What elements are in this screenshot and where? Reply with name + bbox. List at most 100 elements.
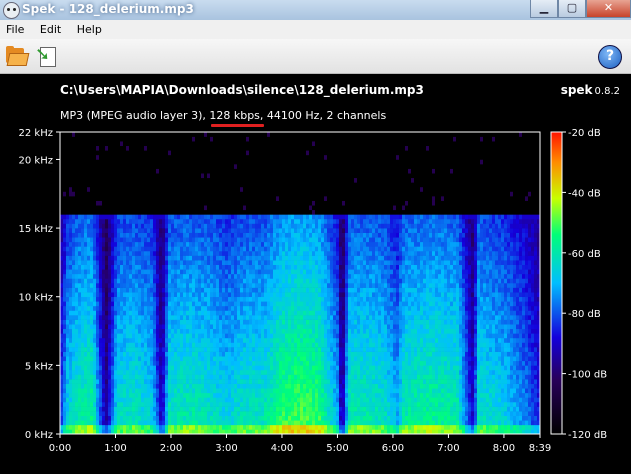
spectrogram-cell: [273, 196, 277, 201]
spectrogram-cell: [96, 218, 100, 224]
spectrogram-cell: [147, 365, 151, 371]
spectrogram-cell: [228, 200, 232, 206]
spectrogram-cell: [180, 278, 184, 284]
maximize-button[interactable]: ▢: [558, 0, 586, 18]
spectrogram-cell: [261, 292, 265, 298]
spectrogram-cell: [246, 356, 250, 362]
spectrogram-cell: [246, 319, 250, 325]
spectrogram-cell: [225, 420, 229, 426]
spectrogram-cell: [75, 132, 79, 137]
spectrogram-cell: [66, 401, 70, 407]
spectrogram-cell: [216, 246, 220, 252]
spectrogram-cell: [102, 255, 106, 261]
spectrogram-cell: [159, 182, 163, 188]
spectrogram-cell: [102, 360, 106, 366]
spectrogram-cell: [201, 159, 205, 165]
spectrogram-cell: [93, 305, 97, 311]
spectrogram-cell: [81, 250, 85, 256]
spectrogram-cell: [87, 424, 91, 430]
spectrogram-cell: [99, 173, 103, 179]
spectrogram-cell: [171, 360, 175, 366]
spectrogram-cell: [177, 191, 181, 197]
spectrogram-cell: [249, 196, 253, 201]
spectrogram-cell: [87, 191, 91, 197]
menu-help[interactable]: Help: [71, 20, 108, 36]
spectrogram-cell: [114, 342, 118, 348]
spectrogram-cell: [63, 356, 67, 362]
spectrogram-cell: [153, 401, 157, 407]
spectrogram-cell: [102, 319, 106, 325]
spectrogram-cell: [273, 182, 277, 188]
spectrogram-cell: [156, 250, 160, 256]
spectrogram-cell: [201, 424, 205, 430]
spectrogram-cell: [129, 301, 133, 307]
spectrogram-cell: [207, 278, 211, 284]
spectrogram-cell: [255, 301, 259, 307]
spectrogram-cell: [90, 264, 94, 270]
spectrogram-cell: [276, 241, 280, 247]
spectrogram-cell: [108, 324, 112, 330]
spectrogram-cell: [129, 369, 133, 375]
spectrogram-cell: [177, 182, 181, 188]
spectrogram-cell: [279, 301, 283, 307]
spectrogram-cell: [135, 232, 139, 238]
close-button[interactable]: ✕: [586, 0, 631, 18]
spectrogram-cell: [201, 347, 205, 352]
minimize-button[interactable]: ▁: [530, 0, 558, 18]
spectrogram-cell: [231, 392, 235, 398]
spectrogram-cell: [150, 191, 154, 197]
spectrogram-cell: [147, 260, 151, 265]
spectrogram-cell: [183, 173, 187, 179]
menu-file[interactable]: File: [0, 20, 30, 36]
spectrogram-cell: [219, 328, 223, 334]
spectrogram-cell: [117, 397, 121, 403]
spectrogram-cell: [108, 333, 112, 339]
spectrogram-cell: [249, 383, 253, 389]
spectrogram-cell: [213, 186, 217, 192]
spectrogram-cell: [189, 241, 193, 247]
folder-open-icon[interactable]: [4, 44, 30, 68]
spectrogram-cell: [240, 177, 244, 183]
spectrogram-cell: [147, 205, 151, 211]
spectrogram-cell: [282, 168, 286, 174]
spectrogram-cell: [192, 196, 196, 201]
spectrogram-cell: [225, 273, 229, 279]
spectrogram-cell: [192, 278, 196, 284]
spectrogram-cell: [147, 159, 151, 165]
spectrogram-cell: [222, 374, 226, 380]
spectrogram-cell: [189, 228, 193, 233]
save-icon[interactable]: ➘: [34, 44, 58, 68]
spectrogram-cell: [90, 369, 94, 375]
spectrogram-cell: [96, 214, 100, 220]
spectrogram-cell: [237, 136, 241, 142]
spectrogram-cell: [243, 218, 247, 224]
spectrogram-cell: [147, 401, 151, 407]
spectrogram-cell: [126, 255, 130, 261]
spectrogram-cell: [78, 177, 82, 183]
spectrogram-cell: [150, 132, 154, 137]
spectrogram-cell: [72, 232, 76, 238]
spectrogram-cell: [108, 337, 112, 343]
spectrogram-cell: [135, 132, 139, 137]
spectrogram-cell: [108, 145, 112, 151]
help-icon[interactable]: ?: [598, 45, 622, 69]
spectrogram-cell: [72, 420, 76, 426]
spectrogram-cell: [114, 182, 118, 188]
spectrogram-cell: [132, 209, 136, 215]
spectrogram-cell: [249, 406, 253, 412]
spectrogram-cell: [183, 191, 187, 197]
spectrogram-cell: [123, 342, 127, 348]
spectrogram-cell: [105, 223, 109, 229]
spectrogram-cell: [96, 383, 100, 389]
spectrogram-cell: [237, 401, 241, 407]
spectrogram-cell: [276, 237, 280, 243]
spectrogram-cell: [267, 369, 271, 375]
spectrogram-cell: [171, 301, 175, 307]
spectrogram-cell: [84, 287, 88, 293]
menu-edit[interactable]: Edit: [34, 20, 67, 36]
spectrogram-cell: [171, 411, 175, 416]
spectrogram-cell: [216, 415, 220, 421]
spectrogram-cell: [129, 141, 133, 147]
spectrogram-cell: [210, 351, 214, 357]
spectrogram-cell: [186, 283, 190, 288]
